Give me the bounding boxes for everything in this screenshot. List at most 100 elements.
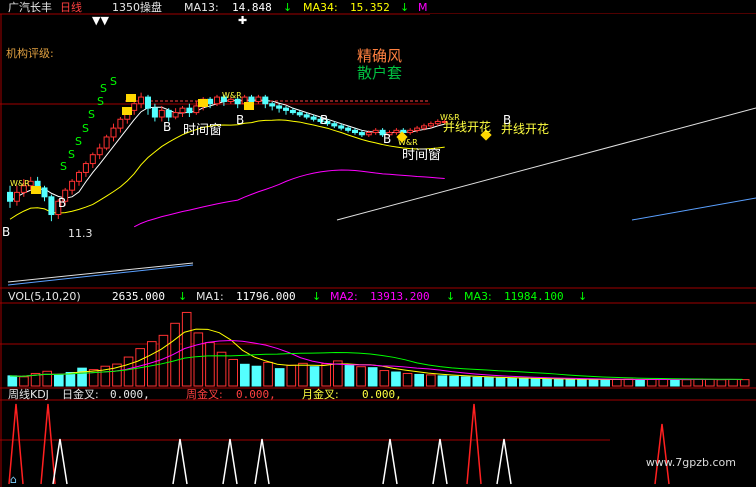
home-icon[interactable]: ⌂ [10,473,17,486]
merge-label-1: 并线开花 [443,119,491,134]
vol-arrow: ↓ [178,290,187,303]
candle-body [89,154,96,165]
volume-bar [739,379,750,387]
header-signal-mark-2: ✚ [238,14,247,27]
candle-body [296,112,303,116]
candle-body [165,109,172,118]
volume-bar [19,376,29,387]
volume-bar [205,342,215,387]
volume-bar [507,377,517,387]
rating-label: 机构评级: [6,46,54,60]
candle-body [214,96,220,105]
vol-ma3-label: MA3: [464,290,492,303]
kdj-name: 周线KDJ [8,387,49,401]
candle-body [393,129,400,134]
period-label: 日线 [60,0,82,14]
candle-body [289,109,296,114]
candle-body [117,118,124,129]
volume-bar [728,378,738,387]
candle-body [138,96,145,105]
volume-bar [519,378,529,387]
vol-ma2-label: MA2: [330,290,358,303]
candle-body [158,109,165,118]
volume-bar [158,334,169,387]
candle-body [421,125,427,129]
volume-bar [530,378,541,387]
volume-bar [7,375,18,387]
vol-ma1-arrow: ↓ [312,290,321,303]
volume-bar [414,373,424,387]
vol-ma3-value: 11984.100 [504,290,564,303]
volume-bar [54,373,64,387]
sell-mark: S [110,75,117,88]
candle-body [172,112,179,118]
candle-body [331,123,338,127]
volume-bar [309,366,320,387]
candle-body [82,163,89,173]
volume-bar [402,372,413,387]
candle-body [186,107,193,114]
kdj-daily-value: 0.000, [110,388,150,401]
sell-mark: S [88,108,95,121]
volume-bar [484,377,494,387]
candle-body [372,129,379,134]
candle-body [96,147,103,156]
volume-bar [542,378,552,387]
volume-bar [449,375,459,387]
candle-body [345,127,352,131]
candle-body [262,96,269,105]
low-price-label: 11.3 [68,227,93,240]
volume-bar [42,370,52,387]
buy-mark: B [383,132,391,146]
vol-ma2-arrow: ↓ [446,290,455,303]
volume-bar [635,379,645,387]
volume-bar [658,378,669,387]
candle-body [427,123,434,127]
volume-bar [600,379,610,387]
candle-body [352,129,358,134]
stock-name: 广汽长丰 [8,0,52,14]
vol-ma1-value: 11796.000 [236,290,296,303]
volume-bar [588,378,599,387]
volume-bar [495,377,506,387]
volume-bar [356,366,366,387]
volume-bar [228,358,238,387]
volume-bar [670,378,680,387]
vol-ma1-label: MA1: [196,290,224,303]
header-cut-mark: M [418,1,428,14]
buy-mark: B [236,113,244,127]
signal-box [126,94,136,102]
sell-mark: S [97,95,104,108]
buy-mark: B [163,120,171,134]
kdj-daily-label: 日金叉: [62,387,99,401]
volume-bar [240,363,250,387]
candle-body [110,127,117,138]
volume-bar [437,375,448,387]
ma13-label: MA13: [184,1,219,14]
volume-bar [623,378,634,387]
signal-box [122,107,132,115]
ma34-label: MA34: [303,1,338,14]
candle-body [269,103,276,107]
candle-body [255,96,262,103]
volume-bar [646,378,657,387]
watermark: www.7gpzb.com [645,456,736,469]
candle-body [248,96,255,103]
candle-body [131,103,138,111]
volume-bar [193,332,204,387]
chart-canvas: 广汽长丰 日线 1350操盘 MA13: 14.848 ↓ MA34: 15.3… [0,0,756,487]
sell-mark: S [68,148,75,161]
volume-bar [216,351,227,387]
volume-bar [274,368,285,387]
volume-bar [577,378,587,387]
signal-box [244,102,254,110]
volume-bar [565,378,576,387]
volume-bar [391,371,401,387]
volume-bar [612,378,622,387]
kdj-monthly-value: 0.000, [362,388,402,401]
volume-bar [460,376,471,387]
candle-body [407,129,414,134]
volume-bar [426,374,436,387]
volume-bar [553,378,564,387]
vol-name: VOL(5,10,20) [8,290,81,303]
